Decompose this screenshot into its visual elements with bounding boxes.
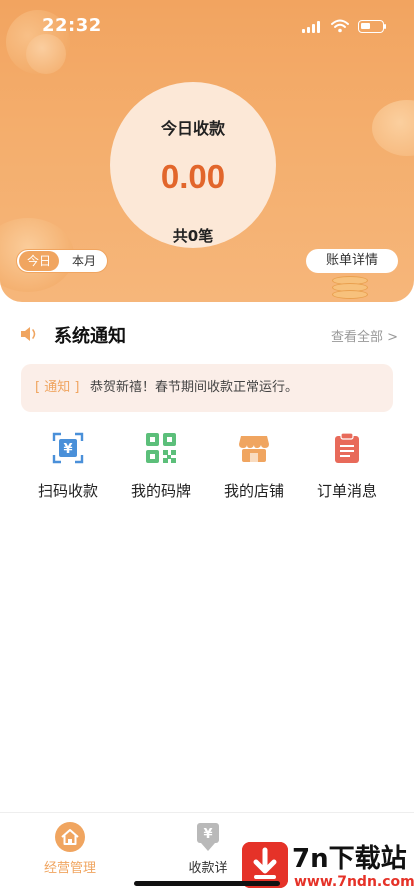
coin-decoration bbox=[26, 34, 66, 74]
watermark-brand: 7n下载站 bbox=[292, 844, 407, 874]
signal-icon bbox=[302, 21, 322, 33]
battery-icon bbox=[358, 20, 386, 33]
coin-stack-icon bbox=[332, 276, 368, 302]
tab-business-management[interactable]: 经营管理 bbox=[10, 813, 130, 883]
status-time: 22:32 bbox=[42, 15, 102, 36]
notice-banner[interactable]: [ 通知 ] 恭贺新禧！春节期间收款正常运行。 bbox=[21, 364, 393, 412]
bill-details-button[interactable]: 账单详情 bbox=[306, 249, 398, 273]
my-store-button[interactable]: 我的店铺 bbox=[208, 432, 300, 504]
action-label: 扫码收款 bbox=[37, 482, 98, 500]
summary-header: 22:32 今日收款 0.00 共0笔 今日 本月 账单详情 bbox=[0, 0, 414, 302]
home-indicator bbox=[134, 881, 280, 886]
quick-actions: ¥ 扫码收款 我的码牌 我的店铺 订单消息 bbox=[0, 432, 414, 504]
order-icon bbox=[335, 432, 359, 463]
scan-pay-icon: ¥ bbox=[52, 432, 84, 464]
speaker-icon bbox=[21, 327, 36, 341]
home-icon bbox=[55, 822, 85, 852]
store-icon bbox=[239, 436, 269, 462]
today-income-title: 今日收款 bbox=[160, 119, 225, 138]
qrcode-icon bbox=[146, 433, 176, 463]
status-icons bbox=[302, 19, 386, 35]
scan-pay-button[interactable]: ¥ 扫码收款 bbox=[22, 432, 114, 504]
view-all-link[interactable]: 查看全部 > bbox=[331, 326, 398, 345]
coin-decoration bbox=[372, 100, 414, 156]
my-qrcode-button[interactable]: 我的码牌 bbox=[115, 432, 207, 504]
order-messages-button[interactable]: 订单消息 bbox=[301, 432, 393, 504]
wifi-icon bbox=[331, 19, 349, 33]
receipt-icon: ¥ bbox=[197, 823, 219, 851]
svg-text:¥: ¥ bbox=[63, 442, 72, 457]
action-label: 我的码牌 bbox=[130, 482, 191, 500]
summary-circle: 今日收款 0.00 共0笔 bbox=[110, 82, 276, 248]
notice-title: 系统通知 bbox=[54, 326, 126, 347]
tab-label: 经营管理 bbox=[43, 861, 96, 876]
tab-month[interactable]: 本月 bbox=[65, 251, 103, 271]
tab-today[interactable]: 今日 bbox=[19, 251, 59, 271]
action-label: 订单消息 bbox=[316, 482, 377, 500]
notice-tag: [ 通知 ] bbox=[35, 380, 80, 395]
watermark-url: www.7ndn.com bbox=[294, 874, 414, 890]
notice-header: 系统通知 查看全部 > bbox=[0, 318, 414, 350]
notice-message: 恭贺新禧！春节期间收款正常运行。 bbox=[90, 380, 299, 395]
svg-text:¥: ¥ bbox=[203, 827, 212, 842]
period-toggle: 今日 本月 bbox=[16, 249, 108, 273]
transaction-count: 共0笔 bbox=[172, 227, 214, 245]
action-label: 我的店铺 bbox=[223, 482, 284, 500]
today-income-amount: 0.00 bbox=[160, 158, 226, 195]
